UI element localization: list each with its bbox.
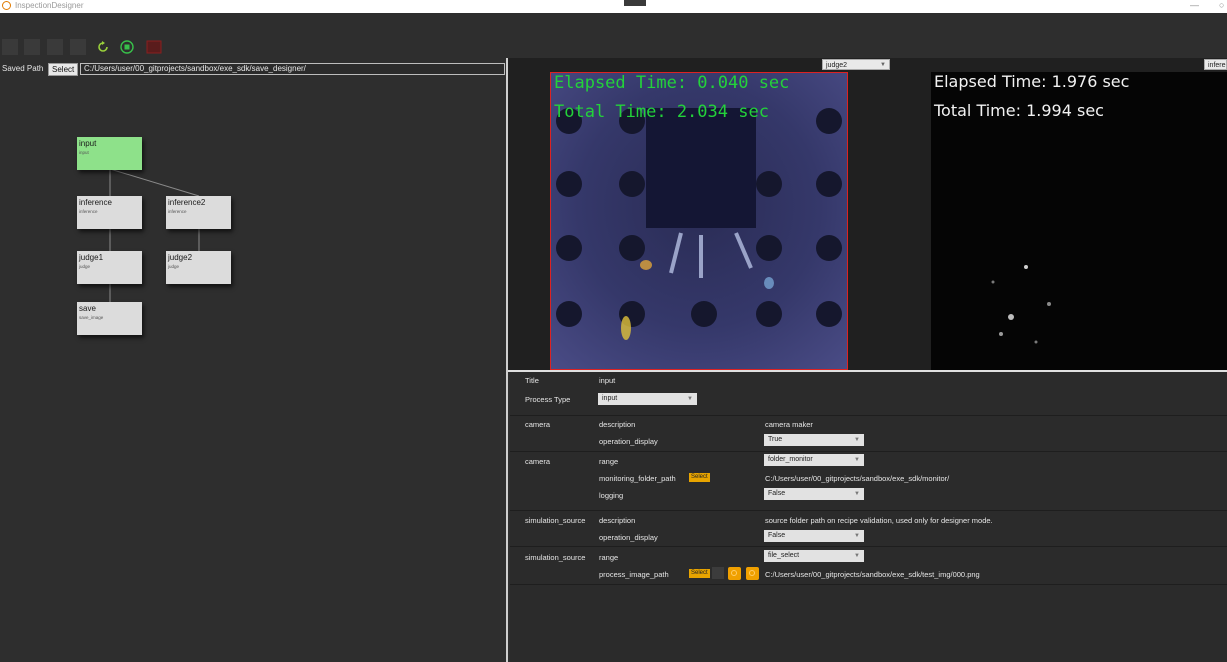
group-separator <box>510 546 1227 547</box>
graph-node-save[interactable]: save save_image <box>77 302 142 335</box>
node-subtitle: judge <box>168 264 180 269</box>
process-image-select-button[interactable]: Select <box>689 569 710 578</box>
process-type-select[interactable]: input ▼ <box>598 393 697 405</box>
select-value: False <box>768 532 786 539</box>
toolbar <box>0 36 200 56</box>
group-separator <box>510 415 1227 416</box>
heatmap-image[interactable]: Elapsed Time: 0.040 sec Total Time: 2.03… <box>550 72 848 370</box>
chevron-down-icon: ▼ <box>854 437 860 443</box>
node-subtitle: input <box>79 150 89 155</box>
node-subtitle: judge <box>79 264 91 269</box>
operation-display-select[interactable]: False ▼ <box>764 530 864 542</box>
toolbar-button-1[interactable] <box>2 39 18 55</box>
group-name-camera: camera <box>525 420 551 429</box>
prop-key: range <box>599 457 619 466</box>
properties-panel: Title input Process Type input ▼ camera … <box>510 372 1227 662</box>
chevron-down-icon: ▼ <box>854 533 860 539</box>
node-title: input <box>79 139 97 148</box>
toolbar-button-2[interactable] <box>24 39 40 55</box>
chevron-down-icon: ▼ <box>687 396 693 402</box>
group-name-simulation-source: simulation_source <box>525 516 586 525</box>
chevron-down-icon: ▼ <box>880 62 886 68</box>
select-value: file_select <box>768 552 800 559</box>
select-value: folder_monitor <box>768 456 813 463</box>
graph-node-input[interactable]: input input <box>77 137 142 170</box>
node-subtitle: inference <box>168 209 187 214</box>
app-logo-icon <box>2 1 11 10</box>
right-elapsed-time: Elapsed Time: 1.976 sec <box>934 72 1130 91</box>
toolbar-button-3[interactable] <box>47 39 63 55</box>
left-elapsed-time: Elapsed Time: 0.040 sec <box>554 73 790 93</box>
prop-key: operation_display <box>599 533 658 542</box>
window-title: InspectionDesigner <box>15 1 84 10</box>
prop-key: description <box>599 516 636 525</box>
range-select[interactable]: folder_monitor ▼ <box>764 454 864 466</box>
capture-icon[interactable] <box>728 567 741 580</box>
right-total-time: Total Time: 1.994 sec <box>934 101 1104 120</box>
process-image-path-value: C:/Users/user/00_gitprojects/sandbox/exe… <box>765 570 980 579</box>
minimize-icon[interactable]: — <box>1190 0 1199 10</box>
saved-path-select-button[interactable]: Select <box>48 63 79 76</box>
graph-node-judge1[interactable]: judge1 judge <box>77 251 142 284</box>
graph-edges <box>109 168 200 302</box>
node-title: save <box>79 304 96 313</box>
image-action-button[interactable] <box>712 567 724 579</box>
group-separator <box>510 584 1227 585</box>
image-viewer: judge2 ▼ infere Elapsed Time: 0.040 sec … <box>508 58 1227 370</box>
prop-value: source folder path on recipe validation,… <box>765 516 993 525</box>
left-view-select-value: judge2 <box>826 62 848 69</box>
range-select[interactable]: file_select ▼ <box>764 550 864 562</box>
result-image[interactable]: Elapsed Time: 1.976 sec Total Time: 1.99… <box>931 72 1227 370</box>
prop-key: logging <box>599 491 624 500</box>
group-separator <box>510 451 1227 452</box>
graph-canvas[interactable]: input input inference inference inferenc… <box>0 78 506 662</box>
settings-icon[interactable] <box>746 567 759 580</box>
chevron-down-icon: ▼ <box>854 553 860 559</box>
toolbar-button-4[interactable] <box>70 39 86 55</box>
stop-icon[interactable] <box>146 39 162 55</box>
right-view-select-value: infere <box>1208 62 1226 69</box>
prop-key: range <box>599 553 619 562</box>
graph-node-inference[interactable]: inference inference <box>77 196 142 229</box>
logging-select[interactable]: False ▼ <box>764 488 864 500</box>
prop-value: camera maker <box>765 420 813 429</box>
node-title: inference2 <box>168 198 206 207</box>
select-value: True <box>768 436 783 443</box>
graph-node-inference2[interactable]: inference2 inference <box>166 196 231 229</box>
monitoring-folder-path-value: C:/Users/user/00_gitprojects/sandbox/exe… <box>765 474 950 483</box>
close-icon[interactable]: ○ <box>1219 0 1224 10</box>
title-grip[interactable] <box>624 0 646 6</box>
group-separator <box>510 510 1227 511</box>
prop-key: monitoring_folder_path <box>599 474 676 483</box>
right-view-select[interactable]: infere <box>1204 59 1227 70</box>
graph-node-judge2[interactable]: judge2 judge <box>166 251 231 284</box>
process-type-value: input <box>602 395 618 402</box>
node-title: judge2 <box>168 253 193 262</box>
run-icon[interactable] <box>119 39 135 55</box>
title-value: input <box>599 376 616 385</box>
node-title: inference <box>79 198 112 207</box>
title-label: Title <box>525 376 539 385</box>
reload-icon[interactable] <box>95 39 111 55</box>
title-bar: InspectionDesigner — ○ <box>0 0 1227 13</box>
node-subtitle: save_image <box>79 315 104 320</box>
saved-path-label: Saved Path <box>2 64 44 73</box>
node-title: judge1 <box>79 253 104 262</box>
chevron-down-icon: ▼ <box>854 457 860 463</box>
prop-key: process_image_path <box>599 570 669 579</box>
operation-display-select[interactable]: True ▼ <box>764 434 864 446</box>
select-value: False <box>768 490 786 497</box>
node-subtitle: inference <box>79 209 98 214</box>
monitoring-folder-select-button[interactable]: Select <box>689 473 710 482</box>
prop-key: description <box>599 420 636 429</box>
saved-path-input[interactable]: C:/Users/user/00_gitprojects/sandbox/exe… <box>80 63 505 75</box>
group-name-camera: camera <box>525 457 551 466</box>
group-name-simulation-source: simulation_source <box>525 553 586 562</box>
chevron-down-icon: ▼ <box>854 491 860 497</box>
left-total-time: Total Time: 2.034 sec <box>554 102 769 122</box>
process-type-label: Process Type <box>525 395 571 404</box>
prop-key: operation_display <box>599 437 658 446</box>
left-view-select[interactable]: judge2 ▼ <box>822 59 890 70</box>
saved-path-bar: Saved Path Select C:/Users/user/00_gitpr… <box>2 63 507 76</box>
